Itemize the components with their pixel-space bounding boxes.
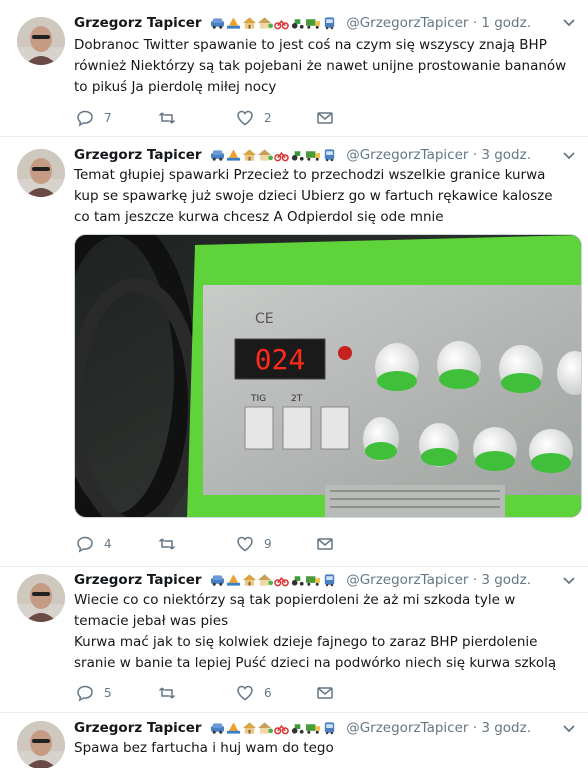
timestamp[interactable]: · 3 godz. [473,572,531,588]
timestamp[interactable]: · 1 godz. [473,15,531,31]
timestamp[interactable]: · 3 godz. [473,720,531,736]
author-handle[interactable]: @GrzegorzTapicer [346,720,468,736]
reply-button[interactable]: 4 [76,534,112,554]
message-icon [317,112,333,124]
timestamp[interactable]: · 3 godz. [473,147,531,163]
chevron-down-icon[interactable] [562,18,576,28]
tweet-paragraph: Dobranoc Twitter spawanie to jest coś na… [74,37,567,95]
author-emojis [210,718,338,738]
author-name[interactable]: Grzegorz Tapicer [74,147,202,163]
tweet-paragraph: Wiecie co co niektórzy są tak popierdole… [74,592,516,629]
avatar[interactable] [17,17,65,65]
author-name[interactable]: Grzegorz Tapicer [74,720,202,736]
like-icon [237,536,253,552]
tweet-paragraph: Kurwa mać jak to się kolwiek dzieje fajn… [74,634,557,671]
retweet-button[interactable] [158,108,176,128]
like-button[interactable]: 6 [236,683,272,703]
like-icon [237,685,253,701]
reply-icon [77,536,93,553]
reply-icon [77,685,93,702]
like-count: 2 [264,111,272,125]
like-button[interactable]: 2 [236,108,272,128]
tweet[interactable]: Grzegorz Tapicer @GrzegorzTapicer · 3 go… [0,713,588,768]
chevron-down-icon[interactable] [562,724,576,734]
like-count: 9 [264,537,272,551]
message-button[interactable] [316,534,334,554]
author-emojis [210,13,338,33]
message-button[interactable] [316,683,334,703]
author-name[interactable]: Grzegorz Tapicer [74,15,202,31]
mode-label-tig: TIG [250,394,266,404]
author-emojis [210,145,338,165]
chevron-down-icon[interactable] [562,151,576,161]
reply-count: 5 [104,686,112,700]
tweet-text: Dobranoc Twitter spawanie to jest coś na… [74,35,569,98]
author-name[interactable]: Grzegorz Tapicer [74,572,202,588]
avatar[interactable] [17,574,65,622]
tweet-paragraph: Temat głupiej spawarki Przecież to przec… [74,167,553,225]
avatar[interactable] [17,721,65,768]
avatar[interactable] [17,149,65,197]
reply-button[interactable]: 7 [76,108,112,128]
mode-label-2t: 2T [291,394,303,404]
author-handle[interactable]: @GrzegorzTapicer [346,147,468,163]
display-readout: 024 [255,343,306,376]
retweet-icon [158,112,176,124]
reply-icon [77,110,93,127]
tweet-paragraph: Spawa bez fartucha i huj wam do tego [74,740,334,756]
tweet-text: Temat głupiej spawarki Przecież to przec… [74,165,569,228]
tweet[interactable]: Grzegorz Tapicer @GrzegorzTapicer · 1 go… [0,0,588,137]
message-icon [317,687,333,699]
svg-text:CE: CE [255,311,274,327]
retweet-icon [158,538,176,550]
like-count: 6 [264,686,272,700]
author-handle[interactable]: @GrzegorzTapicer [346,15,468,31]
chevron-down-icon[interactable] [562,576,576,586]
message-icon [317,538,333,550]
tweet[interactable]: Grzegorz Tapicer @GrzegorzTapicer · 3 go… [0,567,588,713]
author-handle[interactable]: @GrzegorzTapicer [346,572,468,588]
retweet-icon [158,687,176,699]
tweet[interactable]: Grzegorz Tapicer @GrzegorzTapicer · 3 go… [0,137,588,567]
tweet-text: Spawa bez fartucha i huj wam do tego [74,738,569,759]
author-emojis [210,570,338,590]
message-button[interactable] [316,108,334,128]
tweet-text: Wiecie co co niektórzy są tak popierdole… [74,590,569,674]
like-button[interactable]: 9 [236,534,272,554]
reply-button[interactable]: 5 [76,683,112,703]
reply-count: 7 [104,111,112,125]
retweet-button[interactable] [158,534,176,554]
tweet-photo[interactable]: CE 024 TIG 2T [74,234,582,518]
retweet-button[interactable] [158,683,176,703]
like-icon [237,110,253,126]
reply-count: 4 [104,537,112,551]
